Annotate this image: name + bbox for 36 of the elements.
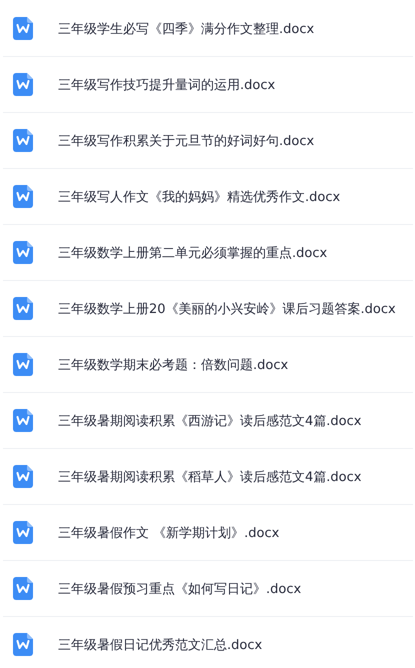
- file-name: 三年级暑假日记优秀范文汇总.docx: [58, 636, 262, 654]
- word-document-icon: [13, 297, 33, 320]
- file-row[interactable]: 三年级数学期末必考题：倍数问题.docx: [3, 337, 413, 393]
- file-name: 三年级数学上册第二单元必须掌握的重点.docx: [58, 244, 328, 262]
- word-document-icon: [13, 17, 33, 40]
- word-document-icon: [13, 577, 33, 600]
- file-row[interactable]: 三年级暑假预习重点《如何写日记》.docx: [3, 561, 413, 617]
- file-name: 三年级暑假预习重点《如何写日记》.docx: [58, 580, 302, 598]
- file-name: 三年级写作技巧提升量词的运用.docx: [58, 76, 276, 94]
- word-document-icon: [13, 129, 33, 152]
- file-name: 三年级暑期阅读积累《西游记》读后感范文4篇.docx: [58, 412, 362, 430]
- file-name: 三年级暑期阅读积累《稻草人》读后感范文4篇.docx: [58, 468, 362, 486]
- file-row[interactable]: 三年级暑期阅读积累《稻草人》读后感范文4篇.docx: [3, 449, 413, 505]
- file-name: 三年级数学上册20《美丽的小兴安岭》课后习题答案.docx: [58, 300, 396, 318]
- file-row[interactable]: 三年级写作技巧提升量词的运用.docx: [3, 57, 413, 113]
- file-row[interactable]: 三年级暑假日记优秀范文汇总.docx: [3, 617, 413, 668]
- file-row[interactable]: 三年级写人作文《我的妈妈》精选优秀作文.docx: [3, 169, 413, 225]
- file-name: 三年级暑假作文 《新学期计划》.docx: [58, 524, 280, 542]
- file-row[interactable]: 三年级暑假作文 《新学期计划》.docx: [3, 505, 413, 561]
- file-row[interactable]: 三年级数学上册第二单元必须掌握的重点.docx: [3, 225, 413, 281]
- word-document-icon: [13, 73, 33, 96]
- file-name: 三年级写人作文《我的妈妈》精选优秀作文.docx: [58, 188, 340, 206]
- file-row[interactable]: 三年级数学上册20《美丽的小兴安岭》课后习题答案.docx: [3, 281, 413, 337]
- word-document-icon: [13, 633, 33, 656]
- file-name: 三年级数学期末必考题：倍数问题.docx: [58, 356, 288, 374]
- file-name: 三年级学生必写《四季》满分作文整理.docx: [58, 20, 314, 38]
- file-row[interactable]: 三年级暑期阅读积累《西游记》读后感范文4篇.docx: [3, 393, 413, 449]
- word-document-icon: [13, 185, 33, 208]
- file-row[interactable]: 三年级写作积累关于元旦节的好词好句.docx: [3, 113, 413, 169]
- word-document-icon: [13, 353, 33, 376]
- word-document-icon: [13, 409, 33, 432]
- file-name: 三年级写作积累关于元旦节的好词好句.docx: [58, 132, 314, 150]
- file-row[interactable]: 三年级学生必写《四季》满分作文整理.docx: [3, 1, 413, 57]
- word-document-icon: [13, 521, 33, 544]
- word-document-icon: [13, 465, 33, 488]
- word-document-icon: [13, 241, 33, 264]
